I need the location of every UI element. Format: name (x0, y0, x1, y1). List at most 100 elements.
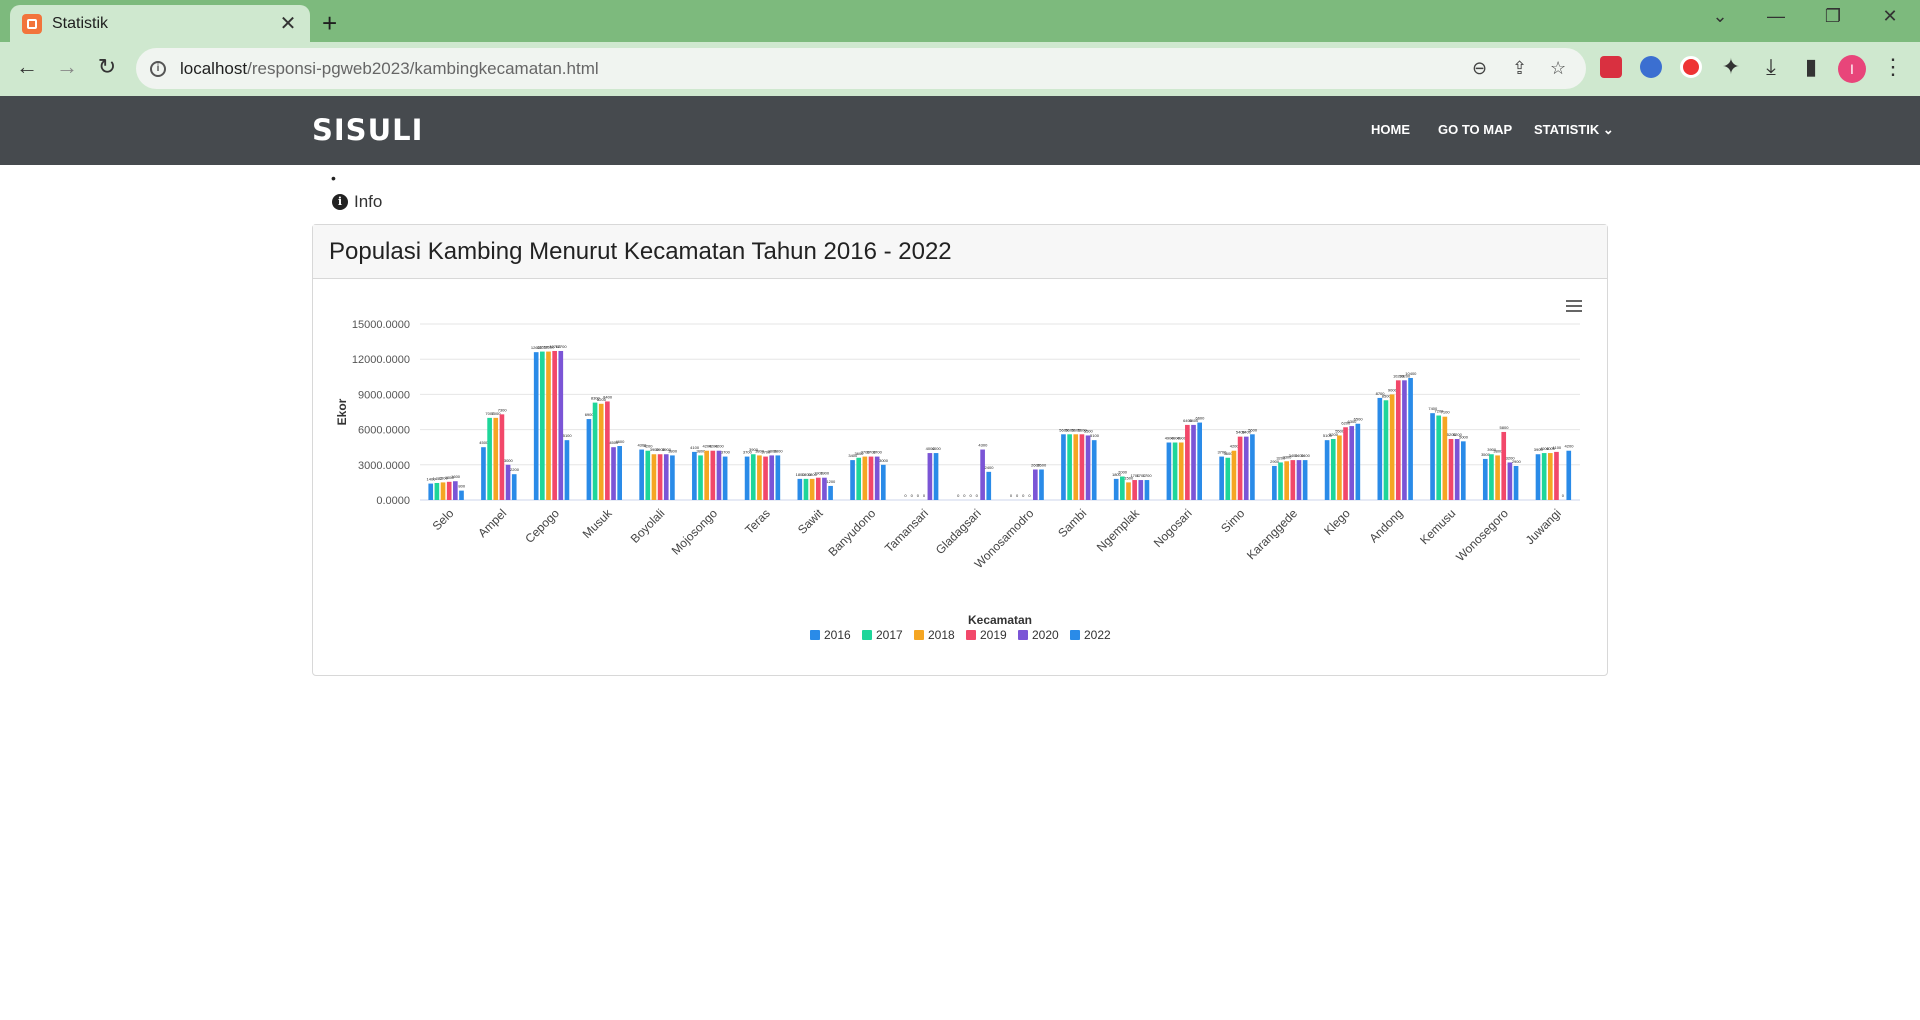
info-label: Info (354, 192, 383, 211)
x-tick-label: Ngemplak (1094, 506, 1143, 555)
address-bar[interactable]: i localhost/responsi-pgweb2023/kambingke… (136, 48, 1586, 89)
x-tick-label: Gladagsari (933, 506, 984, 557)
bar (552, 350, 557, 500)
bar (1454, 438, 1460, 500)
bar (639, 449, 644, 500)
profile-avatar[interactable]: I (1838, 55, 1866, 83)
nav-statistik[interactable]: STATISTIK ⌄ (1534, 122, 1614, 138)
url-host: localhost (180, 58, 248, 78)
bar (564, 440, 570, 500)
bar (803, 478, 809, 500)
bar (809, 478, 815, 500)
bar (1237, 436, 1243, 500)
nav-statistik-label: STATISTIK (1534, 122, 1600, 137)
info-link[interactable]: i Info (332, 192, 382, 212)
bar (1126, 482, 1131, 500)
bar (440, 482, 446, 500)
bar (1138, 480, 1144, 500)
bar (1191, 424, 1196, 500)
side-panel-icon[interactable]: ▮ (1796, 54, 1826, 80)
bar (1377, 397, 1383, 500)
minimize-icon[interactable]: — (1756, 6, 1796, 27)
new-tab-icon[interactable]: + (322, 8, 337, 39)
data-label: 0 (923, 493, 926, 498)
extension-red-icon[interactable] (1600, 56, 1622, 78)
bar (698, 455, 703, 500)
tab-search-icon[interactable]: ⌄ (1700, 6, 1740, 27)
card-title: Populasi Kambing Menurut Kecamatan Tahun… (329, 237, 952, 265)
bar (1243, 436, 1249, 500)
bar (1343, 427, 1348, 500)
bar (1067, 434, 1072, 500)
bar (598, 403, 604, 500)
bar (1225, 457, 1231, 500)
legend-swatch (862, 630, 872, 640)
x-tick-label: Juwangi (1523, 506, 1564, 547)
bar (1172, 442, 1178, 500)
data-label: 6600 (1195, 416, 1205, 421)
extensions-puzzle-icon[interactable]: ✦ (1716, 54, 1746, 80)
bar (1513, 465, 1519, 500)
browser-tab[interactable]: Statistik ✕ (10, 5, 310, 42)
data-label: 0 (1016, 493, 1019, 498)
bar (1079, 434, 1085, 500)
menu-kebab-icon[interactable]: ⋮ (1878, 54, 1908, 80)
bar (1442, 416, 1448, 500)
reload-icon[interactable]: ↻ (92, 54, 122, 80)
nav-home[interactable]: HOME (1371, 122, 1410, 137)
bar (769, 455, 775, 500)
download-icon[interactable]: ⤓ (1756, 54, 1786, 80)
extension-pokeball-icon[interactable] (1680, 56, 1702, 78)
bar (862, 456, 868, 500)
bar (434, 482, 440, 500)
bar (1132, 480, 1137, 500)
data-label: 3800 (668, 448, 678, 453)
x-tick-label: Klego (1321, 506, 1353, 538)
nav-go-to-map[interactable]: GO TO MAP (1438, 122, 1512, 137)
brand-logo[interactable]: SISULI (312, 113, 423, 147)
data-label: 4300 (978, 443, 988, 448)
url-path: /responsi-pgweb2023/kambingkecamatan.htm… (247, 58, 599, 78)
share-icon[interactable]: ⇪ (1512, 58, 1527, 79)
bar (716, 450, 722, 500)
legend-item: 2019 (980, 628, 1007, 642)
x-tick-label: Wonosegoro (1453, 506, 1511, 564)
data-label: 1600 (451, 474, 461, 479)
legend-item: 2018 (928, 628, 955, 642)
site-info-icon[interactable]: i (150, 60, 166, 77)
back-icon[interactable]: ← (12, 54, 42, 80)
bar (1296, 460, 1302, 500)
bar (856, 457, 862, 500)
restore-icon[interactable]: ❐ (1813, 6, 1853, 27)
bar (663, 454, 669, 500)
close-tab-icon[interactable]: ✕ (278, 11, 298, 36)
data-label: 3000 (879, 458, 889, 463)
bar (1482, 458, 1488, 500)
bar (1547, 453, 1553, 500)
bar (1039, 469, 1044, 500)
bar (797, 478, 803, 500)
data-label: 0 (1562, 493, 1565, 498)
x-tick-label: Selo (430, 506, 457, 533)
bar (744, 456, 750, 500)
bar (1535, 454, 1541, 500)
data-label: 1900 (820, 471, 830, 476)
bar (1489, 454, 1494, 500)
zoom-icon[interactable]: ⊖ (1472, 58, 1487, 79)
extension-blue-icon[interactable] (1640, 56, 1662, 78)
bar (533, 352, 539, 500)
data-label: 7100 (1441, 410, 1451, 415)
bar (459, 490, 464, 500)
data-label: 2200 (510, 467, 520, 472)
data-label: 4200 (715, 444, 725, 449)
close-window-icon[interactable]: ✕ (1870, 6, 1910, 27)
bookmark-star-icon[interactable]: ☆ (1550, 58, 1566, 79)
x-tick-label: Nogosari (1151, 506, 1195, 550)
forward-icon[interactable]: → (52, 54, 82, 80)
bar (1091, 440, 1097, 500)
browser-tab-bar: Statistik ✕ + ⌄ — ❐ ✕ (0, 0, 1920, 42)
bar (1330, 438, 1336, 500)
data-label: 4100 (1552, 445, 1562, 450)
bar (986, 471, 992, 500)
bar (1436, 415, 1442, 500)
